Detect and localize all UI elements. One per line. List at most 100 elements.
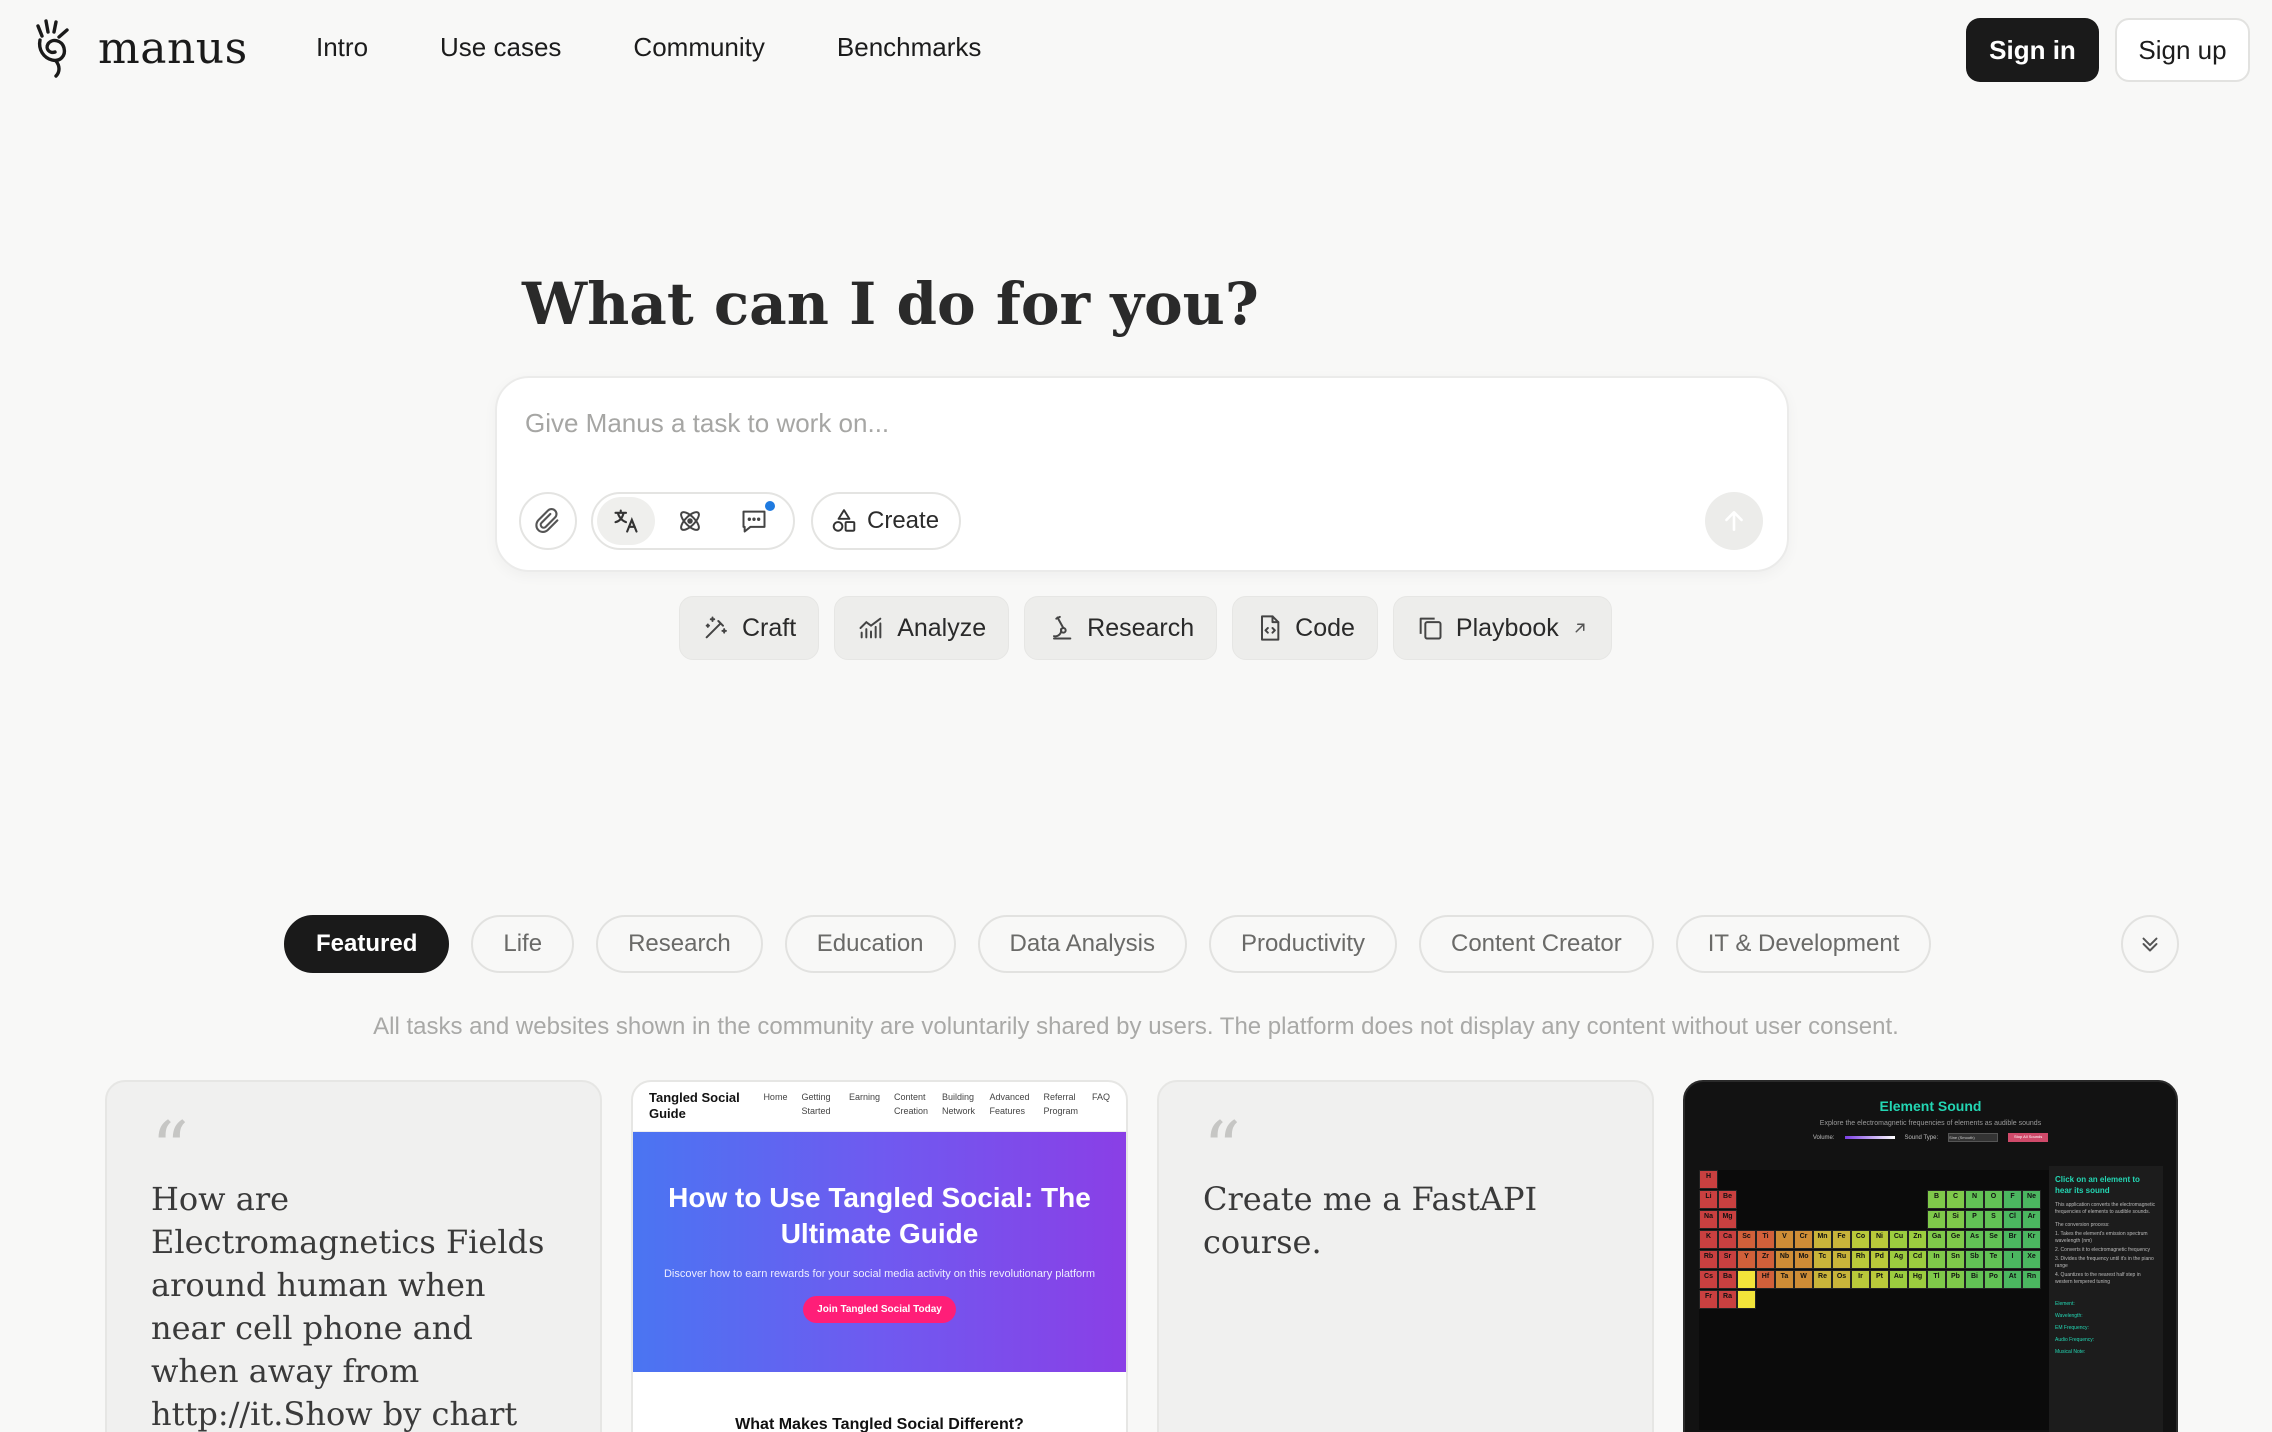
element-tile: Tc	[1813, 1250, 1832, 1269]
preview-hero-cta: Join Tangled Social Today	[803, 1296, 956, 1323]
community-card-electromagnetics[interactable]: “ How are Electromagnetics Fields around…	[105, 1080, 602, 1432]
element-tile: Hg	[1908, 1270, 1927, 1289]
categories-expand-button[interactable]	[2121, 915, 2179, 973]
code-file-icon	[1261, 615, 1280, 641]
info-field: Musical Note:	[2055, 1349, 2086, 1355]
preview-controls: Volume: Sound Type: Sine (Smooth) Stop A…	[1685, 1133, 2176, 1142]
element-tile: Zr	[1756, 1250, 1775, 1269]
tab-research[interactable]: Research	[596, 915, 763, 973]
element-tile: V	[1775, 1230, 1794, 1249]
analyze-button[interactable]: Analyze	[834, 596, 1010, 660]
element-tile: Ta	[1775, 1270, 1794, 1289]
quote-icon: “	[1203, 1106, 1241, 1192]
mode-selector	[591, 492, 795, 550]
code-button[interactable]: Code	[1232, 596, 1378, 660]
element-tile: Si	[1946, 1210, 1965, 1229]
element-tile: Ti	[1756, 1230, 1775, 1249]
playbook-label: Playbook	[1455, 613, 1559, 642]
preview-info-panel: Click on an element to hear its sound Th…	[2049, 1166, 2163, 1432]
element-tile: Te	[1984, 1250, 2003, 1269]
main-nav: Intro Use cases Community Benchmarks	[316, 32, 981, 63]
element-tile: Cu	[1889, 1230, 1908, 1249]
brand-name: manus	[98, 22, 248, 74]
arrow-up-icon	[1725, 511, 1743, 531]
chat-icon	[742, 510, 766, 533]
preview-nav-link: Content Creation	[893, 1092, 928, 1116]
element-tile: Fr	[1699, 1290, 1718, 1309]
element-tile: W	[1794, 1270, 1813, 1289]
element-tile: Hf	[1756, 1270, 1775, 1289]
nav-benchmarks[interactable]: Benchmarks	[837, 32, 982, 63]
element-tile: Pd	[1870, 1250, 1889, 1269]
element-tile: Sb	[1965, 1250, 1984, 1269]
card-prompt-text: How are Electromagnetics Fields around h…	[151, 1180, 545, 1432]
quick-actions: Craft Analyze Research Code Playbook	[679, 596, 1612, 660]
tab-life[interactable]: Life	[471, 915, 575, 973]
element-tile: I	[2003, 1250, 2022, 1269]
tab-content-creator[interactable]: Content Creator	[1418, 915, 1654, 973]
info-panel-title: Click on an element to hear its sound	[2055, 1175, 2140, 1195]
sign-up-button[interactable]: Sign up	[2115, 18, 2250, 82]
sign-in-button[interactable]: Sign in	[1966, 18, 2099, 82]
element-tile: Be	[1718, 1190, 1737, 1209]
task-input[interactable]	[525, 408, 1675, 439]
element-tile: Kr	[2022, 1230, 2041, 1249]
element-tile: Ca	[1718, 1230, 1737, 1249]
mode-atom-button[interactable]	[661, 497, 719, 545]
research-button[interactable]: Research	[1024, 596, 1218, 660]
code-label: Code	[1295, 613, 1355, 642]
tab-education[interactable]: Education	[784, 915, 956, 973]
element-tile: Mn	[1813, 1230, 1832, 1249]
mode-chat-button[interactable]	[725, 497, 783, 545]
volume-label: Volume:	[1812, 1134, 1835, 1141]
preview-section-heading: What Makes Tangled Social Different?	[735, 1416, 1024, 1432]
element-tile: As	[1965, 1230, 1984, 1249]
craft-button[interactable]: Craft	[679, 596, 820, 660]
magic-wand-icon	[705, 616, 727, 639]
tab-productivity[interactable]: Productivity	[1208, 915, 1397, 973]
playbook-button[interactable]: Playbook	[1392, 596, 1612, 660]
research-label: Research	[1087, 613, 1195, 642]
preview-app-title: Element Sound	[1879, 1098, 1982, 1114]
element-tile: Pt	[1870, 1270, 1889, 1289]
chevron-down-icon	[2142, 937, 2158, 952]
info-panel-step: 4. Quantizes to the nearest half step in…	[2055, 1272, 2141, 1285]
community-card-element-sound[interactable]: Element Sound Explore the electromagneti…	[1683, 1080, 2178, 1432]
element-tile: Rb	[1699, 1250, 1718, 1269]
stop-sounds-button: Stop All Sounds	[2008, 1133, 2049, 1142]
element-tile	[1737, 1290, 1756, 1309]
card-prompt-text: Create me a FastAPI course.	[1203, 1180, 1538, 1261]
element-tile: Li	[1699, 1190, 1718, 1209]
element-tile: C	[1946, 1190, 1965, 1209]
preview-nav-link: Building Network	[941, 1092, 975, 1116]
element-tile: Xe	[2022, 1250, 2041, 1269]
send-button[interactable]	[1705, 492, 1763, 550]
sound-type-label: Sound Type:	[1904, 1134, 1939, 1141]
element-tile	[1737, 1270, 1756, 1289]
element-tile: P	[1965, 1210, 1984, 1229]
element-tile: Na	[1699, 1210, 1718, 1229]
attach-button[interactable]	[519, 492, 577, 550]
preview-hero-title: How to Use Tangled Social: The Ultimate …	[668, 1182, 1091, 1249]
nav-community[interactable]: Community	[633, 32, 764, 63]
element-tile: Re	[1813, 1270, 1832, 1289]
category-tabs: Featured Life Research Education Data An…	[284, 915, 1932, 973]
preview-site-hero: How to Use Tangled Social: The Ultimate …	[633, 1132, 1126, 1372]
mode-translate-button[interactable]	[597, 497, 655, 545]
element-tile: Zn	[1908, 1230, 1927, 1249]
create-button[interactable]: Create	[811, 492, 962, 550]
element-tile: Co	[1851, 1230, 1870, 1249]
copy-icon	[1419, 617, 1442, 640]
community-card-tangled-social[interactable]: Tangled Social Guide Home Getting Starte…	[631, 1080, 1128, 1432]
tab-it-development[interactable]: IT & Development	[1675, 915, 1932, 973]
element-tile: Cr	[1794, 1230, 1813, 1249]
notification-dot	[765, 501, 775, 511]
brand-logo[interactable]: manus	[34, 18, 248, 78]
tab-featured[interactable]: Featured	[284, 915, 450, 973]
tab-data-analysis[interactable]: Data Analysis	[977, 915, 1187, 973]
info-field: Wavelength:	[2055, 1313, 2083, 1319]
community-card-fastapi[interactable]: “ Create me a FastAPI course.	[1157, 1080, 1654, 1432]
nav-use-cases[interactable]: Use cases	[440, 32, 561, 63]
element-tile: Ne	[2022, 1190, 2041, 1209]
nav-intro[interactable]: Intro	[316, 32, 368, 63]
